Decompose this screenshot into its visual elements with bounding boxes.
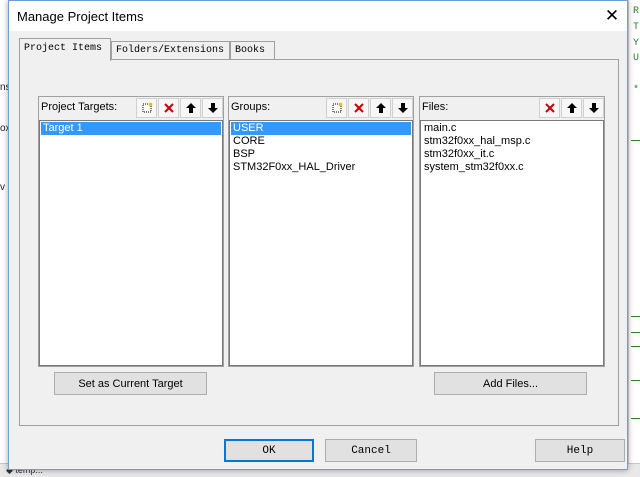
groups-panel: Groups: USER CORE BSP STM32F0xx_HAL_Driv…	[228, 96, 414, 367]
cancel-button[interactable]: Cancel	[325, 439, 417, 462]
move-down-icon	[207, 103, 218, 113]
background-line	[631, 332, 640, 333]
list-item[interactable]: stm32f0xx_it.c	[422, 148, 602, 161]
move-up-icon	[566, 103, 577, 113]
background-text-fragment: v	[0, 182, 5, 193]
ok-button[interactable]: OK	[224, 439, 314, 462]
move-file-up-button[interactable]	[561, 98, 582, 118]
background-text-fragment: U	[633, 53, 640, 64]
panel-header: Files:	[420, 97, 604, 119]
list-item[interactable]: USER	[231, 122, 411, 135]
move-group-down-button[interactable]	[392, 98, 413, 118]
move-down-icon	[588, 103, 599, 113]
move-target-up-button[interactable]	[180, 98, 201, 118]
files-list[interactable]: main.c stm32f0xx_hal_msp.c stm32f0xx_it.…	[420, 120, 604, 366]
move-file-down-button[interactable]	[583, 98, 604, 118]
list-item[interactable]: STM32F0xx_HAL_Driver	[231, 161, 411, 174]
background-app-right: R T Y U *	[628, 0, 640, 477]
project-targets-panel: Project Targets: Target 1	[38, 96, 224, 367]
list-item[interactable]: CORE	[231, 135, 411, 148]
manage-project-items-dialog: Manage Project Items ✕ Project Items Fol…	[8, 0, 628, 470]
new-icon	[332, 102, 342, 113]
move-target-down-button[interactable]	[202, 98, 223, 118]
background-line	[631, 140, 640, 141]
panel-header: Groups:	[229, 97, 413, 119]
new-target-button[interactable]	[136, 98, 157, 118]
delete-target-button[interactable]	[158, 98, 179, 118]
list-item[interactable]: Target 1	[41, 122, 221, 135]
tab-project-items[interactable]: Project Items	[19, 38, 111, 61]
list-item[interactable]: system_stm32f0xx.c	[422, 161, 602, 174]
background-line	[631, 418, 640, 419]
move-group-up-button[interactable]	[370, 98, 391, 118]
close-icon: ✕	[604, 6, 620, 25]
dialog-title: Manage Project Items	[17, 9, 144, 24]
project-targets-label: Project Targets:	[41, 101, 118, 113]
move-up-icon	[185, 103, 196, 113]
move-up-icon	[375, 103, 386, 113]
delete-icon	[544, 103, 555, 113]
delete-icon	[353, 103, 364, 113]
background-text-fragment: *	[633, 85, 640, 96]
tab-books[interactable]: Books	[230, 41, 275, 59]
list-item[interactable]: stm32f0xx_hal_msp.c	[422, 135, 602, 148]
help-button[interactable]: Help	[535, 439, 625, 462]
move-down-icon	[397, 103, 408, 113]
title-bar: Manage Project Items ✕	[9, 1, 627, 31]
files-label: Files:	[422, 101, 449, 113]
add-files-button[interactable]: Add Files...	[434, 372, 587, 395]
list-item[interactable]: main.c	[422, 122, 602, 135]
background-text-fragment: T	[633, 22, 640, 33]
new-group-button[interactable]	[326, 98, 347, 118]
background-line	[631, 380, 640, 381]
delete-group-button[interactable]	[348, 98, 369, 118]
set-as-current-target-button[interactable]: Set as Current Target	[54, 372, 207, 395]
delete-file-button[interactable]	[539, 98, 560, 118]
groups-label: Groups:	[231, 101, 271, 113]
background-text-fragment: Y	[633, 38, 640, 49]
project-targets-list[interactable]: Target 1	[39, 120, 223, 366]
background-line	[631, 346, 640, 347]
files-panel: Files: main.c stm32f0xx_hal_msp.c stm32f…	[419, 96, 605, 367]
tab-folders-extensions[interactable]: Folders/Extensions	[111, 41, 230, 59]
background-line	[631, 316, 640, 317]
new-icon	[142, 102, 152, 113]
delete-icon	[163, 103, 174, 113]
background-text-fragment: R	[633, 6, 640, 17]
close-button[interactable]: ✕	[597, 1, 627, 31]
list-item[interactable]: BSP	[231, 148, 411, 161]
panel-header: Project Targets:	[39, 97, 223, 119]
groups-list[interactable]: USER CORE BSP STM32F0xx_HAL_Driver	[229, 120, 413, 366]
